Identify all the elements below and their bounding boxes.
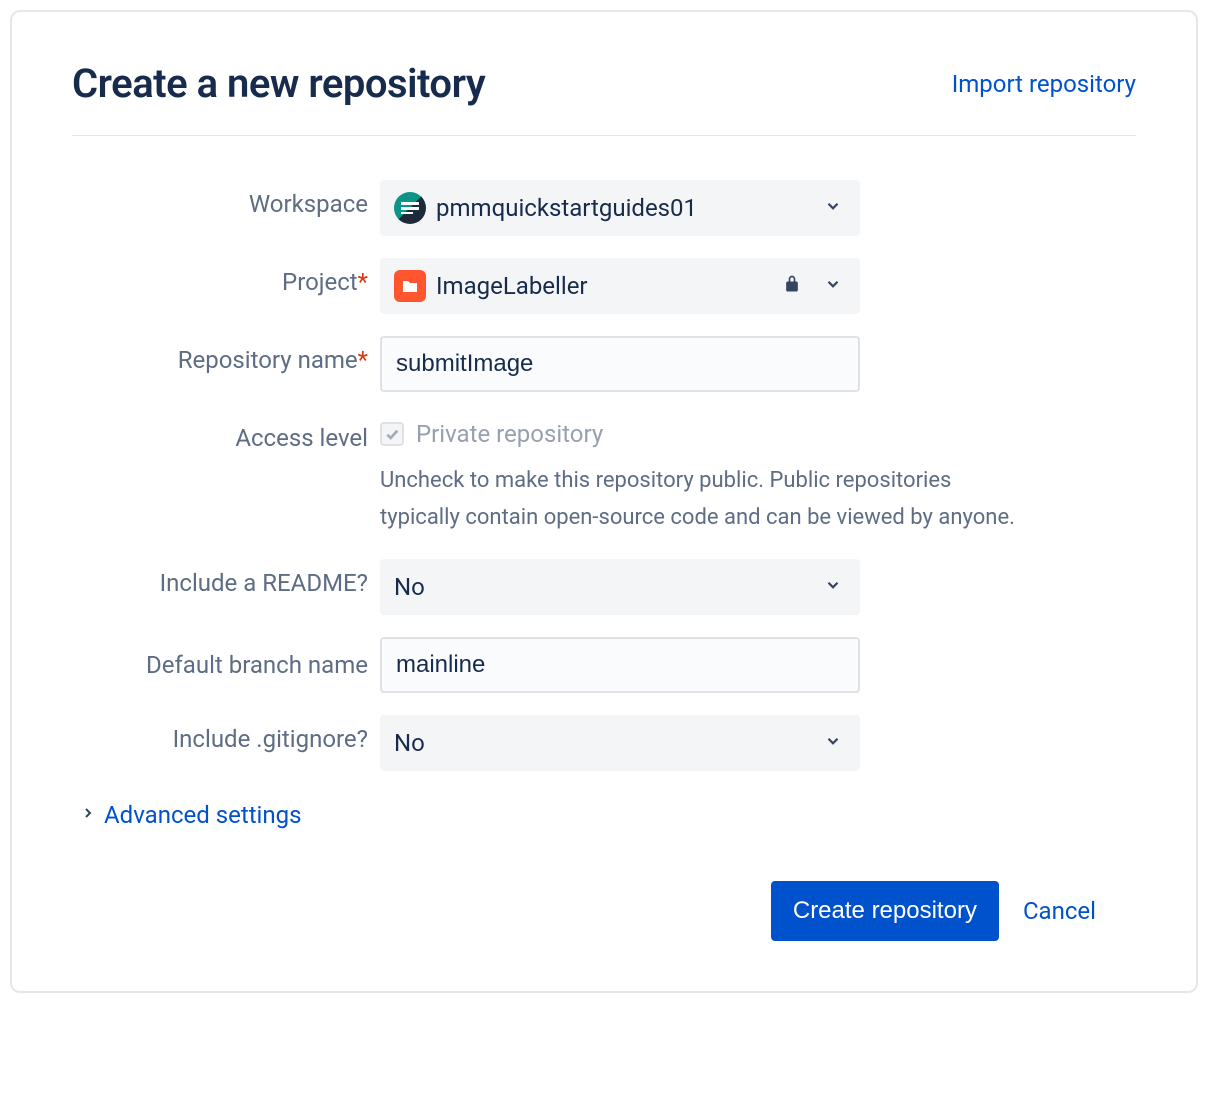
required-asterisk: * xyxy=(358,268,368,296)
page-title: Create a new repository xyxy=(72,60,485,107)
required-asterisk: * xyxy=(358,346,368,374)
default-branch-row: Default branch name xyxy=(72,637,1136,693)
advanced-settings-toggle[interactable]: Advanced settings xyxy=(80,801,1136,829)
readme-value: No xyxy=(394,573,425,601)
access-level-row: Access level Private repository Uncheck … xyxy=(72,414,1136,537)
lock-icon xyxy=(782,274,802,298)
project-value: ImageLabeller xyxy=(436,272,588,300)
chevron-down-icon xyxy=(824,576,842,598)
create-repo-card: Create a new repository Import repositor… xyxy=(10,10,1198,993)
workspace-label: Workspace xyxy=(72,180,380,218)
readme-select[interactable]: No xyxy=(380,559,860,615)
chevron-down-icon xyxy=(824,275,842,297)
repo-name-row: Repository name* xyxy=(72,336,1136,392)
private-repo-label: Private repository xyxy=(416,420,603,448)
workspace-avatar-icon xyxy=(394,192,426,224)
import-repository-link[interactable]: Import repository xyxy=(952,70,1136,98)
project-row: Project* ImageLabeller xyxy=(72,258,1136,314)
create-repository-button[interactable]: Create repository xyxy=(771,881,999,941)
workspace-row: Workspace pmmquickstartguides01 xyxy=(72,180,1136,236)
form-actions: Create repository Cancel xyxy=(72,881,1136,941)
project-label: Project* xyxy=(72,258,380,296)
workspace-select[interactable]: pmmquickstartguides01 xyxy=(380,180,860,236)
repo-name-label: Repository name* xyxy=(72,336,380,374)
workspace-value: pmmquickstartguides01 xyxy=(436,194,697,222)
chevron-right-icon xyxy=(80,805,96,825)
readme-row: Include a README? No xyxy=(72,559,1136,615)
cancel-button[interactable]: Cancel xyxy=(1023,897,1096,925)
readme-label: Include a README? xyxy=(72,559,380,597)
chevron-down-icon xyxy=(824,732,842,754)
gitignore-value: No xyxy=(394,729,425,757)
header: Create a new repository Import repositor… xyxy=(72,60,1136,136)
project-select[interactable]: ImageLabeller xyxy=(380,258,860,314)
default-branch-label: Default branch name xyxy=(72,637,380,683)
default-branch-input[interactable] xyxy=(380,637,860,693)
gitignore-row: Include .gitignore? No xyxy=(72,715,1136,771)
private-repo-checkbox[interactable] xyxy=(380,422,404,446)
gitignore-select[interactable]: No xyxy=(380,715,860,771)
access-level-label: Access level xyxy=(72,414,380,452)
gitignore-label: Include .gitignore? xyxy=(72,715,380,753)
chevron-down-icon xyxy=(824,197,842,219)
repo-name-input[interactable] xyxy=(380,336,860,392)
access-level-help: Uncheck to make this repository public. … xyxy=(380,462,1020,537)
project-avatar-icon xyxy=(394,270,426,302)
advanced-settings-label: Advanced settings xyxy=(104,801,302,829)
